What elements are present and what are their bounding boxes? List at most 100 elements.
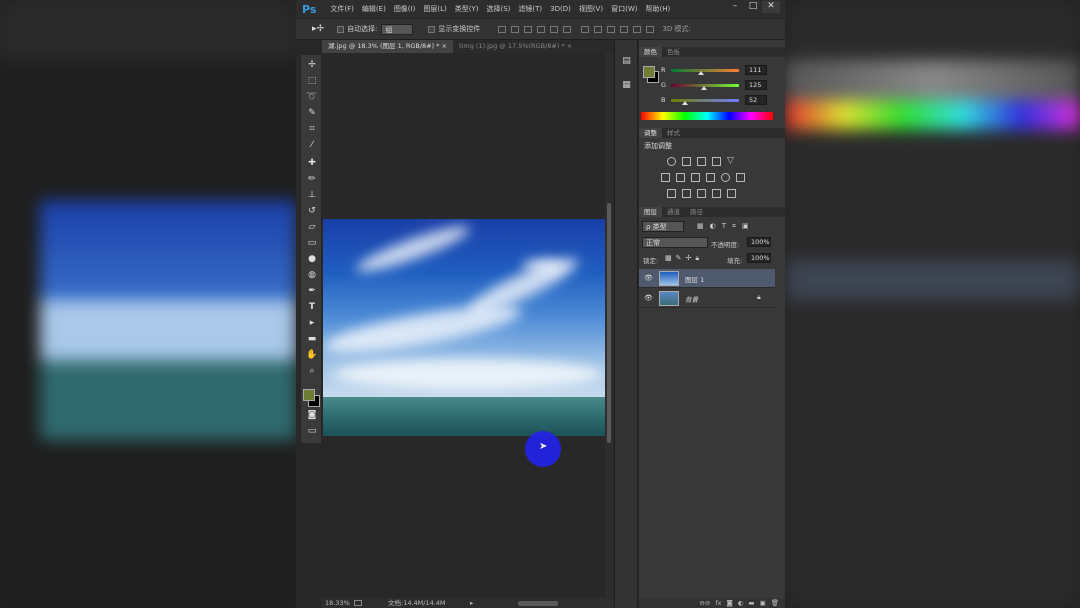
mask-icon[interactable]: ◙ — [726, 599, 732, 607]
pen-tool-icon[interactable]: ✒ — [304, 285, 320, 298]
tab-close-icon[interactable]: × — [442, 42, 447, 50]
menu-filter[interactable]: 滤镜(T) — [518, 4, 542, 14]
properties-panel-icon[interactable]: ▦ — [620, 80, 633, 93]
align-right-icon[interactable] — [563, 25, 572, 33]
zoom-tool-icon[interactable]: ⌕ — [304, 365, 320, 378]
screen-mode-icon[interactable]: ▭ — [304, 425, 320, 438]
type-tool-icon[interactable]: T — [304, 301, 320, 314]
scrollbar-thumb[interactable] — [607, 203, 611, 443]
blur-tool-icon[interactable]: ● — [304, 253, 320, 266]
move-tool-icon[interactable]: ▸✢ — [312, 24, 324, 34]
align-top-icon[interactable] — [498, 25, 507, 33]
distribute-bottom-icon[interactable] — [607, 25, 616, 33]
new-layer-icon[interactable]: ▣ — [760, 599, 766, 607]
layer-kind-filter[interactable]: ρ 类型 — [642, 221, 684, 232]
link-icon[interactable]: ⊖⊖ — [699, 599, 710, 607]
distribute-hcenter-icon[interactable] — [633, 25, 642, 33]
eye-icon[interactable]: 👁︎ — [644, 294, 653, 302]
levels-icon[interactable] — [682, 157, 691, 166]
gradient-tool-icon[interactable]: ▭ — [304, 237, 320, 250]
eyedropper-tool-icon[interactable]: ⁄ — [304, 139, 320, 152]
tab-channels[interactable]: 通道 — [662, 207, 685, 217]
green-slider-thumb[interactable] — [701, 86, 708, 90]
layer-filter-icons[interactable]: ▦◐T⌗▣ — [697, 222, 755, 231]
curves-icon[interactable] — [697, 157, 706, 166]
menu-window[interactable]: 窗口(W) — [611, 4, 637, 14]
auto-select-dropdown[interactable]: 组 — [381, 23, 414, 35]
menu-select[interactable]: 选择(S) — [486, 4, 510, 14]
move-tool-icon[interactable]: ✢ — [304, 59, 320, 72]
menu-file[interactable]: 文件(F) — [330, 4, 354, 14]
minimize-button[interactable]: – — [726, 1, 744, 13]
healing-brush-icon[interactable]: ✚ — [304, 157, 320, 170]
align-vcenter-icon[interactable] — [511, 25, 520, 33]
menu-view[interactable]: 视图(V) — [579, 4, 603, 14]
trash-icon[interactable]: 🗑︎ — [771, 599, 779, 607]
dodge-tool-icon[interactable]: ◍ — [304, 269, 320, 282]
green-slider[interactable]: G 125 — [661, 80, 767, 90]
hand-tool-icon[interactable]: ✋ — [304, 349, 320, 362]
auto-select-checkbox[interactable] — [337, 25, 345, 33]
layer-name[interactable]: 背景 — [685, 294, 698, 304]
tab-color[interactable]: 颜色 — [639, 47, 662, 57]
distribute-top-icon[interactable] — [581, 25, 590, 33]
invert-icon[interactable] — [667, 189, 676, 198]
tab-swatches[interactable]: 色板 — [662, 47, 685, 57]
channel-mixer-icon[interactable] — [721, 173, 730, 182]
document-image[interactable] — [323, 219, 605, 436]
eye-icon[interactable]: 👁︎ — [644, 274, 653, 282]
posterize-icon[interactable] — [682, 189, 691, 198]
marquee-tool-icon[interactable]: ⬚ — [304, 75, 320, 88]
fill-field[interactable]: 100% — [747, 253, 771, 263]
fx-icon[interactable]: fx — [715, 599, 721, 607]
layer-row-1[interactable]: 👁︎ 图层 1 — [639, 269, 775, 288]
menu-layer[interactable]: 图层(L) — [423, 4, 446, 14]
blend-mode-dropdown[interactable]: 正常 — [642, 237, 708, 248]
menu-3d[interactable]: 3D(D) — [550, 5, 571, 13]
color-balance-icon[interactable] — [676, 173, 685, 182]
red-slider[interactable]: R 111 — [661, 65, 767, 75]
menu-image[interactable]: 图像(I) — [394, 4, 416, 14]
green-value-field[interactable]: 125 — [745, 80, 767, 90]
canvas-vertical-scrollbar[interactable] — [605, 53, 613, 598]
zoom-level[interactable]: 18.33% — [325, 598, 350, 608]
tab-styles[interactable]: 样式 — [662, 128, 685, 138]
adjustment-icon[interactable]: ◐ — [738, 599, 744, 607]
selective-color-icon[interactable] — [712, 189, 721, 198]
tab-close-icon[interactable]: × — [567, 42, 572, 50]
threshold-icon[interactable] — [697, 189, 706, 198]
vibrance-icon[interactable]: ▽ — [727, 157, 736, 166]
layer-row-background[interactable]: 👁︎ 背景 🔒︎ — [639, 289, 775, 308]
black-white-icon[interactable] — [691, 173, 700, 182]
align-left-icon[interactable] — [537, 25, 546, 33]
horizontal-scroll-thumb[interactable] — [518, 601, 558, 606]
lock-icons[interactable]: ▩✎✢🔒︎ — [665, 254, 703, 263]
red-value-field[interactable]: 111 — [745, 65, 767, 75]
quick-select-tool-icon[interactable]: ✎ — [304, 107, 320, 120]
shape-tool-icon[interactable]: ▬ — [304, 333, 320, 346]
canvas-area[interactable] — [323, 53, 605, 598]
photo-filter-icon[interactable] — [706, 173, 715, 182]
distribute-vcenter-icon[interactable] — [594, 25, 603, 33]
eraser-tool-icon[interactable]: ▱ — [304, 221, 320, 234]
color-foreground-swatch[interactable] — [643, 66, 655, 78]
tab-lake[interactable]: 湖.jpg @ 18.3% (图层 1, RGB/8#) * × — [322, 40, 454, 53]
path-select-icon[interactable]: ▸ — [304, 317, 320, 330]
maximize-button[interactable]: □ — [744, 1, 762, 13]
crop-tool-icon[interactable]: ⌗ — [304, 123, 320, 136]
opacity-field[interactable]: 100% — [747, 237, 771, 247]
menu-edit[interactable]: 编辑(E) — [362, 4, 386, 14]
quick-mask-icon[interactable]: ◙ — [304, 409, 320, 422]
red-slider-thumb[interactable] — [697, 71, 704, 75]
blue-slider-thumb[interactable] — [681, 101, 688, 105]
blue-value-field[interactable]: 52 — [745, 95, 767, 105]
foreground-color-swatch[interactable] — [303, 389, 315, 401]
tab-paths[interactable]: 路径 — [685, 207, 708, 217]
tab-adjustments[interactable]: 调整 — [639, 128, 662, 138]
distribute-right-icon[interactable] — [646, 25, 655, 33]
lasso-tool-icon[interactable]: ➰ — [304, 91, 320, 104]
show-transform-checkbox[interactable] — [428, 25, 436, 33]
menu-help[interactable]: 帮助(H) — [645, 4, 670, 14]
brush-tool-icon[interactable]: ✏ — [304, 173, 320, 186]
color-spectrum-bar[interactable] — [641, 112, 773, 120]
